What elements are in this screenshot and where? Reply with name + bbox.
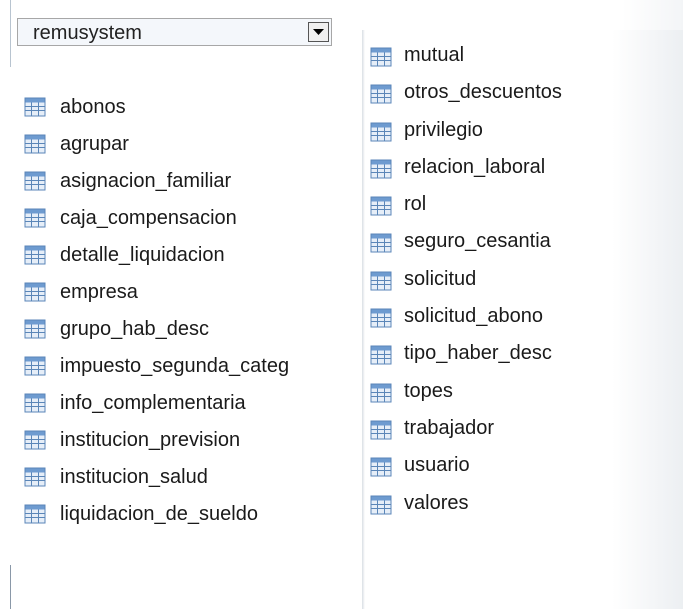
table-icon[interactable] [370,121,392,143]
table-icon[interactable] [370,307,392,329]
table-icon[interactable] [370,46,392,68]
table-icon[interactable] [370,456,392,478]
table-icon[interactable] [24,244,46,266]
table-icon[interactable] [370,83,392,105]
table-icon[interactable] [370,270,392,292]
top-right-background [362,0,683,30]
table-name-link[interactable]: agrupar [60,132,129,156]
table-icon[interactable] [24,392,46,414]
table-name-link[interactable]: rol [404,192,426,216]
table-name-link[interactable]: tipo_haber_desc [404,341,552,365]
table-icon[interactable] [24,207,46,229]
table-icon[interactable] [24,133,46,155]
table-icon[interactable] [370,195,392,217]
panel-shadow [362,30,365,609]
table-icon[interactable] [370,419,392,441]
table-name-link[interactable]: solicitud_abono [404,304,543,328]
table-name-link[interactable]: detalle_liquidacion [60,243,225,267]
table-name-link[interactable]: grupo_hab_desc [60,317,209,341]
table-icon[interactable] [370,382,392,404]
table-name-link[interactable]: solicitud [404,267,476,291]
table-icon[interactable] [370,232,392,254]
table-name-link[interactable]: relacion_laboral [404,155,545,179]
table-icon[interactable] [24,281,46,303]
table-name-link[interactable]: impuesto_segunda_categ [60,354,289,378]
table-name-link[interactable]: usuario [404,453,470,477]
table-name-link[interactable]: abonos [60,95,126,119]
table-icon[interactable] [370,344,392,366]
panel-border [10,565,11,609]
table-name-link[interactable]: valores [404,491,468,515]
table-name-link[interactable]: caja_compensacion [60,206,237,230]
table-icon[interactable] [24,318,46,340]
navigation-frame: remusystem abonos agrupar asignacion_famil… [0,0,683,609]
table-name-link[interactable]: trabajador [404,416,494,440]
table-icon[interactable] [24,466,46,488]
table-icon[interactable] [24,503,46,525]
table-name-link[interactable]: otros_descuentos [404,80,562,104]
table-name-link[interactable]: privilegio [404,118,483,142]
table-name-link[interactable]: seguro_cesantia [404,229,551,253]
table-icon[interactable] [24,170,46,192]
left-panel: remusystem abonos agrupar asignacion_famil… [0,0,362,609]
panel-border [10,0,11,67]
database-select[interactable]: remusystem [17,18,332,46]
table-icon[interactable] [24,96,46,118]
table-name-link[interactable]: empresa [60,280,138,304]
database-select-value: remusystem [33,22,142,44]
table-name-link[interactable]: info_complementaria [60,391,246,415]
table-name-link[interactable]: liquidacion_de_sueldo [60,502,258,526]
chevron-down-icon[interactable] [308,22,329,42]
table-icon[interactable] [370,494,392,516]
table-name-link[interactable]: institucion_prevision [60,428,240,452]
table-icon[interactable] [370,158,392,180]
table-name-link[interactable]: mutual [404,43,464,67]
table-name-link[interactable]: asignacion_familiar [60,169,231,193]
table-name-link[interactable]: institucion_salud [60,465,208,489]
table-icon[interactable] [24,429,46,451]
table-icon[interactable] [24,355,46,377]
table-name-link[interactable]: topes [404,379,453,403]
